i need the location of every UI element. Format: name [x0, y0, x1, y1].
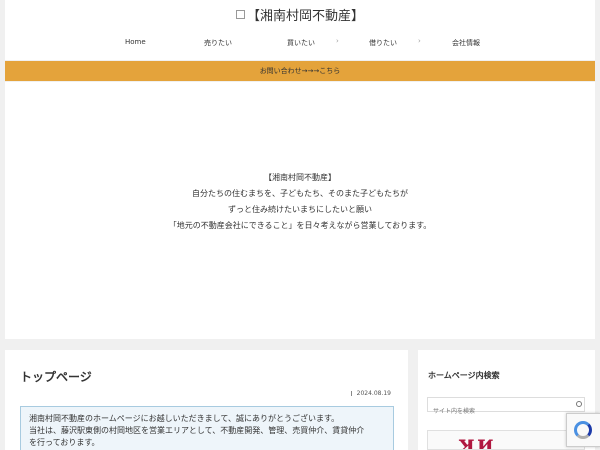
intro-box: 湘南村岡不動産のホームページにお越しいただきまして、誠にありがとうございます。 … — [20, 406, 394, 450]
site-search-form — [427, 397, 585, 418]
chevron-right-icon: › — [418, 37, 421, 45]
nav-company[interactable]: 会社情報 — [452, 38, 480, 48]
search-input[interactable] — [428, 405, 568, 418]
nav-rent[interactable]: 借りたい — [369, 38, 397, 48]
search-widget-heading: ホームページ内検索 — [428, 371, 500, 380]
recaptcha-badge[interactable] — [566, 413, 600, 447]
hero-title: 【湘南村岡不動産】 — [264, 173, 336, 182]
post-date: 2024.08.19 — [350, 390, 391, 397]
nav-sell[interactable]: 売りたい — [204, 38, 232, 48]
sidebar-banner[interactable]: ʞᴎ — [427, 430, 585, 450]
intro-line-3: を行っております。 — [29, 438, 100, 447]
site-logo-link[interactable]: 【湘南村岡不動産】 — [5, 5, 595, 24]
clock-icon — [350, 391, 355, 396]
hero-text-line-2: ずっと住み続けたいまちにしたいと願い — [228, 205, 372, 214]
nav-buy[interactable]: 買いたい — [287, 38, 315, 48]
intro-line-2: 当社は、藤沢駅東側の村岡地区を営業エリアとして、不動産開発、管理、売買仲介、賃貸… — [29, 426, 365, 435]
intro-line-1: 湘南村岡不動産のホームページにお越しいただきまして、誠にありがとうございます。 — [29, 414, 340, 423]
hero-text-line-1: 自分たちの住むまちを、子どもたち、そのまた子どもたちが — [192, 189, 408, 198]
global-nav: Home 売りたい 買いたい › 借りたい › 会社情報 — [5, 37, 595, 56]
banner-logo-image: ʞᴎ — [458, 431, 497, 450]
post-date-text: 2024.08.19 — [356, 390, 391, 397]
site-title: 【湘南村岡不動産】 — [246, 9, 364, 24]
nav-home[interactable]: Home — [125, 38, 146, 46]
contact-notice-bar[interactable]: お問い合わせ→→→こちら — [5, 61, 595, 81]
site-header: 【湘南村岡不動産】 Home 売りたい 買いたい › 借りたい › 会社情報 — [5, 0, 595, 60]
chevron-right-icon: › — [336, 37, 339, 45]
hero-section: 【湘南村岡不動産】 自分たちの住むまちを、子どもたち、そのまた子どもたちが ずっ… — [5, 82, 595, 339]
hero-text-line-3: 「地元の不動産会社にできること」を日々考えながら営業しております。 — [168, 221, 432, 230]
main-content: トップページ 2024.08.19 湘南村岡不動産のホームページにお越しいただき… — [5, 350, 408, 450]
broken-image-icon — [235, 10, 245, 19]
search-icon[interactable] — [576, 401, 582, 407]
page-title: トップページ — [20, 370, 92, 384]
contact-notice-link[interactable]: お問い合わせ→→→こちら — [260, 67, 341, 75]
recaptcha-icon — [574, 421, 592, 439]
